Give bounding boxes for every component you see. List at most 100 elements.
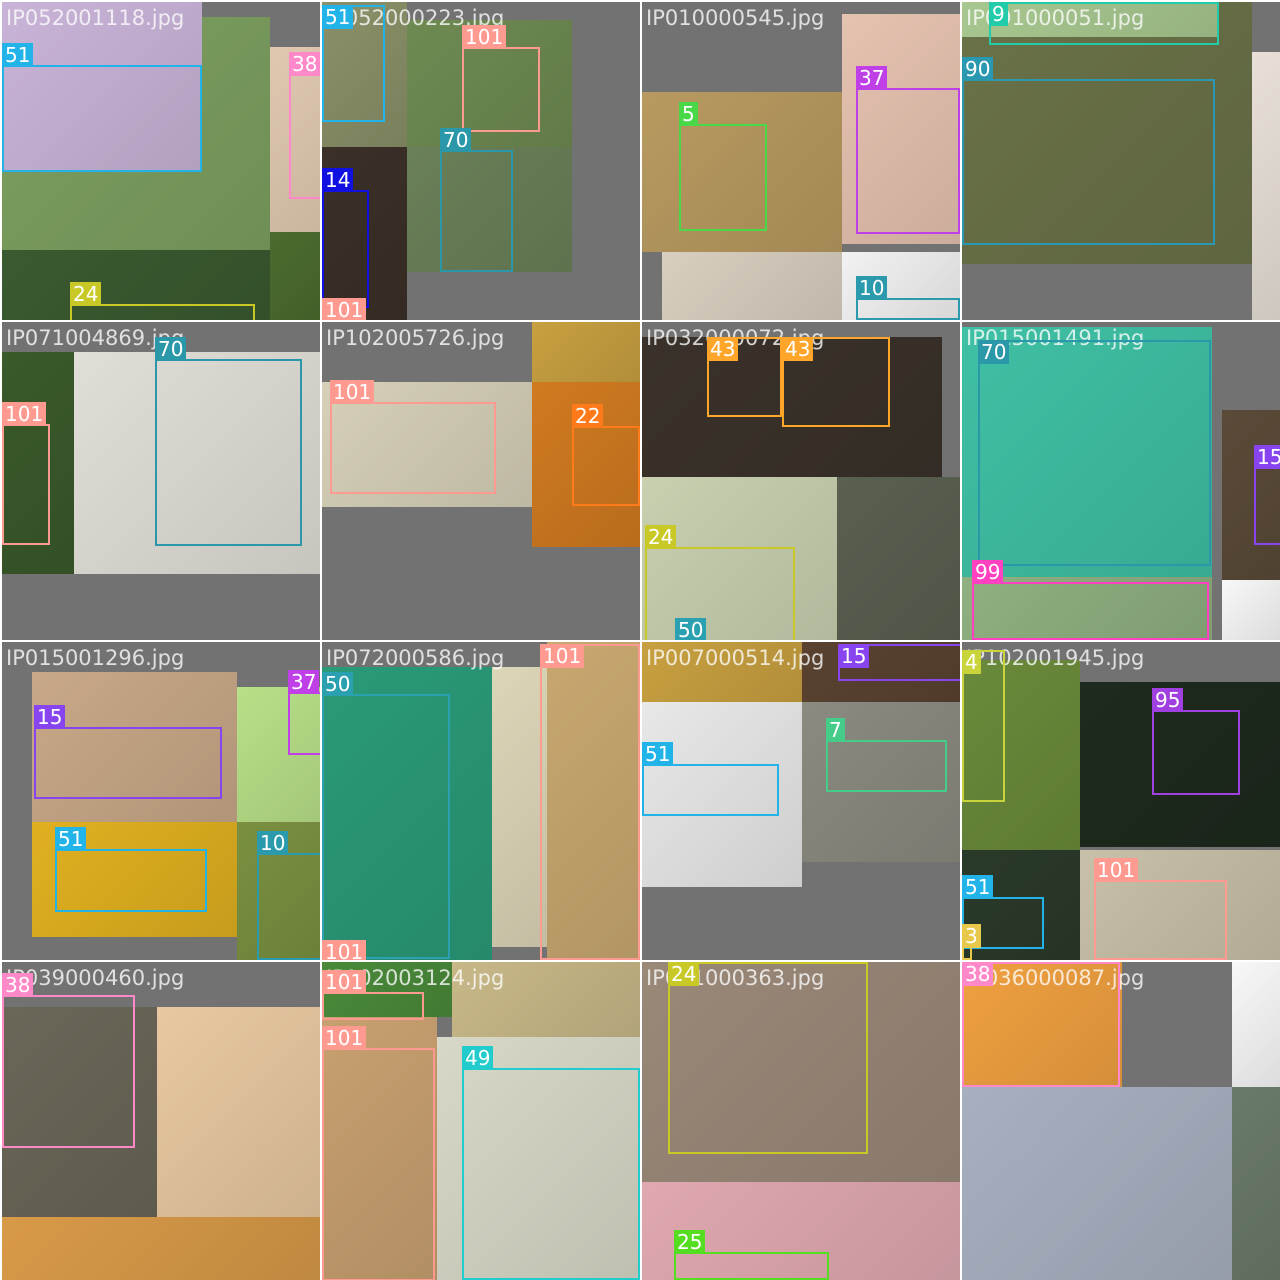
bounding-box: 43 [782, 337, 890, 427]
class-label: 95 [1152, 688, 1184, 712]
class-label: 101 [322, 970, 367, 994]
bounding-box: 25 [674, 1230, 829, 1280]
mosaic-tile: IP032000072.jpg43432450 [642, 322, 960, 640]
tile-photo [962, 1087, 1232, 1280]
tile-photo [492, 667, 547, 947]
class-label: 51 [642, 742, 674, 766]
class-label: 15 [1254, 445, 1280, 469]
bounding-box: 38 [962, 962, 1120, 1087]
bounding-box: 15 [838, 644, 960, 681]
mosaic-tile: IP052000223.jpg 51 101 14 70 101 [322, 2, 640, 320]
class-label: 101 [2, 402, 47, 426]
tile-filename: IP010000545.jpg [646, 6, 825, 30]
bounding-box: 43 [707, 337, 782, 417]
bounding-box: 101 [462, 25, 540, 132]
class-label: 99 [972, 560, 1004, 584]
class-label: 25 [674, 1230, 706, 1254]
bounding-box: 37 [288, 670, 320, 755]
class-label: 24 [668, 962, 700, 986]
tile-photo [532, 322, 640, 382]
bounding-box: 70 [155, 337, 302, 546]
mosaic-tile: IP072000586.jpg 50 101 101 [322, 642, 640, 960]
bounding-box: 95 [1152, 688, 1240, 795]
class-label: 15 [34, 705, 66, 729]
bounding-box: 51 [642, 742, 779, 816]
class-label: 51 [55, 827, 87, 851]
tile-photo [1232, 1087, 1280, 1280]
bounding-box: 9 [989, 2, 1219, 45]
tile-photo [1252, 52, 1280, 320]
class-label: 50 [675, 618, 707, 640]
bounding-box: 37 [856, 66, 960, 234]
class-label: 4 [962, 650, 981, 674]
bounding-box: 22 [572, 404, 640, 506]
mosaic-tile: IP102005726.jpg 101 22 [322, 322, 640, 640]
mosaic-tile: IP071004869.jpg 70 101 [2, 322, 320, 640]
bounding-box: 101 [322, 970, 424, 1020]
bounding-box: 70 [978, 340, 1211, 566]
mosaic-tile: IP102003124.jpg 101 101 49 [322, 962, 640, 1280]
bounding-box: 70 [440, 128, 513, 272]
class-label: 5 [679, 102, 698, 126]
class-label: 24 [645, 525, 677, 549]
class-label: 43 [782, 337, 814, 361]
bounding-box: 5 [679, 102, 767, 231]
class-label: 37 [856, 66, 888, 90]
tile-photo [157, 1007, 320, 1217]
bounding-box: 101 [322, 1026, 435, 1280]
bounding-box: 38 [289, 52, 320, 199]
bounding-box: 24 [645, 525, 795, 640]
class-label: 101 [1094, 858, 1139, 882]
class-label: 101 [322, 298, 367, 320]
bounding-box: 14 [322, 168, 369, 308]
class-label: 10 [257, 831, 289, 855]
bounding-box: 51 [322, 5, 385, 122]
class-label: 22 [572, 404, 604, 428]
class-label: 38 [289, 52, 320, 76]
class-label: 10 [856, 276, 888, 300]
tile-photo [837, 477, 960, 640]
class-label: 9 [989, 2, 1008, 26]
class-label: 70 [155, 337, 187, 361]
class-label: 7 [826, 718, 845, 742]
bounding-box: 24 [668, 962, 868, 1154]
class-label: 101 [330, 380, 375, 404]
bounding-box: 101 [2, 402, 50, 545]
class-label: 101 [462, 25, 507, 49]
tile-filename: IP015001296.jpg [6, 646, 185, 670]
bounding-box: 15 [34, 705, 222, 799]
class-label: 101 [322, 940, 367, 960]
class-label: 43 [707, 337, 739, 361]
class-label: 70 [978, 340, 1010, 364]
mosaic-tile: IP091000051.jpg 9 90 [962, 2, 1280, 320]
mosaic-tile: IP021000363.jpg 24 25 [642, 962, 960, 1280]
class-label: 70 [440, 128, 472, 152]
bounding-box: 101 [330, 380, 496, 494]
mosaic-grid: IP052001118.jpg 51 38 24 IP052000223.jpg 51 10… [0, 0, 1280, 1280]
class-label: 3 [962, 924, 981, 948]
bounding-box: 38 [2, 973, 135, 1148]
mosaic-tile: IP007000514.jpg 15 51 7 [642, 642, 960, 960]
class-label: 50 [322, 672, 354, 696]
class-label: 37 [288, 670, 320, 694]
class-label: 38 [962, 962, 994, 986]
bounding-box: 51 [55, 827, 207, 912]
tile-photo [642, 642, 802, 702]
mosaic-tile: IP039000460.jpg 38 [2, 962, 320, 1280]
mosaic-tile: IP102001945.jpg 4 95 51 3 101 [962, 642, 1280, 960]
class-label: 49 [462, 1046, 494, 1070]
mosaic-tile: IP036000087.jpg 38 [962, 962, 1280, 1280]
bounding-box: 50 [322, 672, 450, 959]
class-label: 90 [962, 57, 994, 81]
class-label: 24 [70, 282, 102, 306]
bounding-box: 10 [257, 831, 320, 960]
bounding-box: 24 [70, 282, 255, 320]
bounding-box: 10 [856, 276, 960, 320]
tile-filename: IP102005726.jpg [326, 326, 505, 350]
bounding-box: 15 [1254, 445, 1280, 545]
tile-photo [1232, 962, 1280, 1087]
class-label: 101 [540, 644, 585, 668]
class-label: 14 [322, 168, 354, 192]
bounding-box: 90 [962, 57, 1215, 245]
tile-photo [1222, 580, 1280, 640]
